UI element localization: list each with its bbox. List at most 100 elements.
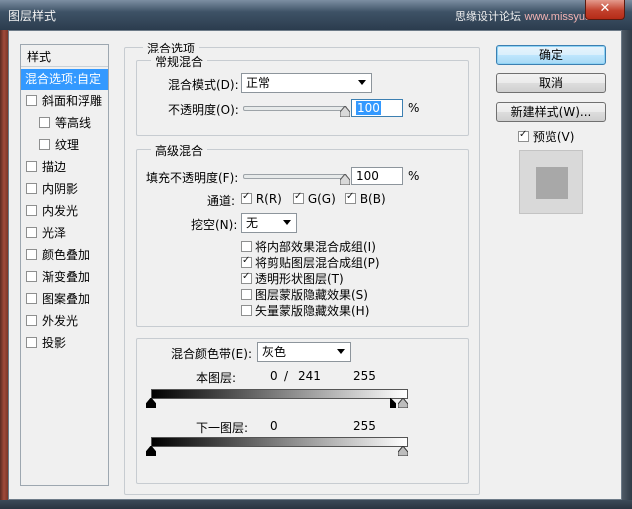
style-item-checkbox[interactable] [26, 337, 37, 348]
opacity-input[interactable]: 100 [351, 99, 403, 117]
style-list: 样式 混合选项:自定 斜面和浮雕等高线纹理描边内阴影内发光光泽颜色叠加渐变叠加图… [20, 44, 109, 486]
this-layer-max: 255 [353, 369, 376, 383]
style-item-checkbox[interactable] [26, 271, 37, 282]
style-item-checkbox[interactable] [39, 117, 50, 128]
opacity-slider[interactable] [243, 106, 347, 111]
opacity-unit: % [408, 101, 420, 115]
style-item-label: 等高线 [55, 116, 92, 130]
close-button[interactable]: ✕ [585, 0, 625, 20]
channel-r-checkbox[interactable] [241, 191, 252, 204]
style-item-label: 颜色叠加 [42, 248, 91, 262]
this-layer-split: 241 [298, 369, 321, 383]
style-item-checkbox[interactable] [26, 95, 37, 106]
blending-options-group: 混合选项 常规混合 混合模式(D): 正常 不透明度(O): 100 % 高级混… [124, 40, 480, 495]
style-item[interactable]: 图案叠加 [21, 289, 108, 310]
advanced-option[interactable]: 图层蒙版隐藏效果(S) [241, 286, 368, 303]
style-item-checkbox[interactable] [39, 139, 50, 150]
style-item-checkbox[interactable] [26, 161, 37, 172]
style-item[interactable]: 等高线 [21, 113, 108, 134]
opacity-value: 100 [356, 101, 381, 115]
advanced-blending-group: 高级混合 填充不透明度(F): 100 % 通道: R(R) G(G) B(B)… [136, 142, 469, 327]
channel-b[interactable]: B(B) [345, 191, 386, 206]
style-item[interactable]: 颜色叠加 [21, 245, 108, 266]
blend-if-select[interactable]: 灰色 [257, 342, 351, 362]
style-item-label: 投影 [42, 336, 67, 350]
style-item[interactable]: 斜面和浮雕 [21, 91, 108, 112]
channel-g[interactable]: G(G) [293, 191, 336, 206]
style-preview [519, 150, 583, 214]
advanced-option[interactable]: 将剪贴图层混合成组(P) [241, 254, 380, 271]
style-item-blending-options[interactable]: 混合选项:自定 [21, 69, 108, 90]
blend-if-group: 混合颜色带(E): 灰色 本图层: 0 / 241 255 下一图层: 0 25… [136, 338, 469, 484]
style-item-label: 光泽 [42, 226, 67, 240]
fill-opacity-slider[interactable] [243, 174, 347, 179]
style-item-checkbox[interactable] [26, 205, 37, 216]
style-preview-swatch [536, 167, 568, 199]
style-item[interactable]: 内发光 [21, 201, 108, 222]
this-layer-sep: / [284, 369, 289, 383]
style-item-checkbox[interactable] [26, 293, 37, 304]
preview-label: 预览(V) [532, 130, 575, 144]
advanced-option-label: 透明形状图层(T) [255, 272, 344, 286]
fill-opacity-input[interactable]: 100 [351, 167, 403, 185]
advanced-option[interactable]: 将内部效果混合成组(I) [241, 238, 376, 255]
style-item-checkbox[interactable] [26, 183, 37, 194]
channel-r[interactable]: R(R) [241, 191, 282, 206]
fill-opacity-label: 填充不透明度(F): [146, 171, 239, 185]
fill-opacity-unit: % [408, 169, 420, 183]
underlying-layer-label: 下一图层: [196, 421, 249, 435]
advanced-option[interactable]: 矢量蒙版隐藏效果(H) [241, 302, 369, 319]
style-item[interactable]: 投影 [21, 333, 108, 354]
fill-opacity-slider-thumb[interactable] [340, 174, 350, 185]
knockout-select[interactable]: 无 [241, 213, 297, 233]
blend-mode-select[interactable]: 正常 [241, 73, 372, 93]
style-item[interactable]: 光泽 [21, 223, 108, 244]
this-layer-gradient-bar [151, 389, 408, 399]
knockout-value: 无 [246, 216, 259, 230]
underlying-layer-white-slider[interactable] [398, 446, 408, 456]
advanced-option[interactable]: 透明形状图层(T) [241, 270, 344, 287]
advanced-option-checkbox[interactable] [241, 241, 252, 252]
style-list-header[interactable]: 样式 [21, 45, 108, 67]
style-item[interactable]: 外发光 [21, 311, 108, 332]
style-item[interactable]: 描边 [21, 157, 108, 178]
channel-g-checkbox[interactable] [293, 191, 304, 204]
general-blending-group: 常规混合 混合模式(D): 正常 不透明度(O): 100 % [136, 53, 469, 136]
preview-toggle[interactable]: 预览(V) [518, 128, 574, 145]
advanced-option-checkbox[interactable] [241, 271, 252, 284]
new-style-button[interactable]: 新建样式(W)... [496, 102, 606, 122]
underlying-layer-min: 0 [270, 419, 278, 433]
advanced-option-checkbox[interactable] [241, 289, 252, 300]
style-item-label: 纹理 [55, 138, 80, 152]
this-layer-black-slider[interactable] [146, 398, 156, 408]
channel-b-checkbox[interactable] [345, 191, 356, 204]
advanced-option-checkbox[interactable] [241, 255, 252, 268]
close-icon: ✕ [599, 1, 611, 16]
blend-mode-value: 正常 [246, 76, 271, 90]
opacity-label: 不透明度(O): [168, 103, 239, 117]
style-item-checkbox[interactable] [26, 227, 37, 238]
opacity-slider-thumb[interactable] [340, 106, 350, 117]
style-item-label: 描边 [42, 160, 67, 174]
ok-button[interactable]: 确定 [496, 45, 606, 65]
style-item-label: 外发光 [42, 314, 79, 328]
style-item[interactable]: 渐变叠加 [21, 267, 108, 288]
this-layer-white-slider-left-half[interactable] [390, 398, 396, 408]
style-item[interactable]: 内阴影 [21, 179, 108, 200]
style-item-checkbox[interactable] [26, 315, 37, 326]
chevron-down-icon [358, 80, 366, 85]
preview-checkbox[interactable] [518, 129, 529, 142]
chevron-down-icon [337, 349, 345, 354]
cancel-button[interactable]: 取消 [496, 73, 606, 93]
this-layer-label: 本图层: [196, 371, 237, 385]
blend-if-label: 混合颜色带(E): [171, 347, 252, 361]
knockout-label: 挖空(N): [191, 218, 238, 232]
style-item-checkbox[interactable] [26, 249, 37, 260]
advanced-option-checkbox[interactable] [241, 305, 252, 316]
underlying-layer-black-slider[interactable] [146, 446, 156, 456]
this-layer-white-slider[interactable] [398, 398, 408, 408]
this-layer-min: 0 [270, 369, 278, 383]
style-item[interactable]: 纹理 [21, 135, 108, 156]
style-item-label: 内发光 [42, 204, 79, 218]
title-bar: 图层样式 思缘设计论坛 www.missyuan.com ✕ [0, 0, 632, 30]
